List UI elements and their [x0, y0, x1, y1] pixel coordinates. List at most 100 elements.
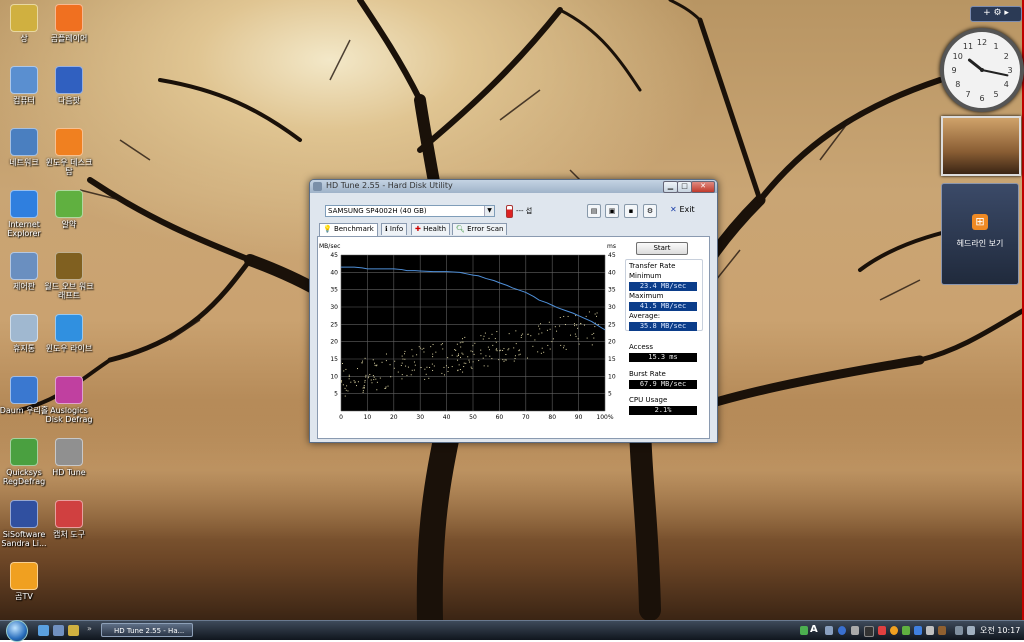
access-time-point [375, 365, 377, 367]
desktop-icon-right-0[interactable]: 곰플레이어 [43, 4, 95, 43]
access-time-point [464, 336, 466, 338]
access-time-point [492, 344, 494, 346]
chart-y-tick-left: 15 [330, 356, 338, 363]
desktop-icon-right-6[interactable]: Auslogics Disk Defrag [43, 376, 95, 424]
options-icon[interactable]: ⚙ [643, 204, 657, 218]
minimize-button[interactable]: ▁ [663, 181, 678, 193]
access-time-point [560, 344, 562, 346]
access-time-point [462, 371, 464, 373]
access-time-point [565, 348, 567, 350]
copy-screenshot-icon[interactable]: ▣ [605, 204, 619, 218]
feed-headlines-gadget[interactable]: ⊞ 헤드라인 보기 [941, 183, 1019, 285]
start-button[interactable]: Start [636, 242, 688, 255]
clock-face-icon: 1234567891011 12 [951, 38, 1012, 103]
access-time-point [424, 368, 426, 370]
tray-gom-icon[interactable] [890, 626, 898, 635]
desktop-icon-right-2[interactable]: 윈도우 데스크탑 [43, 128, 95, 176]
desktop-icon-right-3[interactable]: 알약 [43, 190, 95, 229]
show-desktop-icon[interactable] [38, 625, 49, 636]
tab-error-scan-label: Error Scan [467, 225, 504, 233]
access-time-point [591, 344, 593, 346]
access-time-point [520, 334, 522, 336]
switch-windows-icon[interactable] [53, 625, 64, 636]
clock-gadget[interactable]: 1 2 3 4 5 6 7 8 9 10 11 12 [940, 28, 1024, 112]
access-time-point [381, 361, 383, 363]
desktop-icon-right-5[interactable]: 윈도우 라이브 [43, 314, 95, 353]
tray-network-icon[interactable] [955, 626, 963, 635]
desktop-icon-right-8[interactable]: 캡처 도구 [43, 500, 95, 539]
access-time-point [457, 359, 459, 361]
chevron-down-icon[interactable]: ▼ [484, 206, 494, 216]
access-time-point [456, 343, 458, 345]
access-time-point [362, 387, 364, 389]
access-time-point [346, 385, 348, 387]
save-icon[interactable]: ▪ [624, 204, 638, 218]
access-time-point [462, 341, 464, 343]
tray-misc-icon[interactable] [938, 626, 946, 635]
drive-select[interactable]: SAMSUNG SP4002H (40 GB) ▼ [325, 205, 495, 217]
desktop-icon-right-4[interactable]: 월드 오브 워크래프트 [43, 252, 95, 300]
tab-benchmark[interactable]: 💡 Benchmark [319, 223, 378, 236]
quicklaunch-app-icon[interactable] [68, 625, 79, 636]
chart-x-tick: 70 [522, 414, 530, 421]
access-time-point [459, 369, 461, 371]
hdtune-window[interactable]: HD Tune 2.55 - Hard Disk Utility ▁ □ ✕ S… [309, 179, 718, 443]
desktop-icon-image-icon [55, 190, 83, 218]
access-time-point [343, 370, 345, 372]
maximize-button[interactable]: □ [677, 181, 692, 193]
desktop-icon-image-icon [10, 500, 38, 528]
access-time-point [504, 359, 506, 361]
tray-update-icon[interactable] [914, 626, 922, 635]
tray-volume-icon[interactable] [967, 626, 975, 635]
tray-app-icon[interactable] [864, 626, 874, 637]
access-time-point [540, 323, 542, 325]
access-time-point [498, 359, 500, 361]
access-time-point [441, 343, 443, 345]
access-time-point [596, 315, 598, 317]
tray-alyac-icon[interactable] [902, 626, 910, 635]
tray-keyboard-icon[interactable] [851, 626, 859, 635]
copy-info-icon[interactable]: ▤ [587, 204, 601, 218]
chart-y-tick-right: 15 [608, 356, 616, 363]
tray-ime-icon[interactable] [825, 626, 833, 635]
quicklaunch-overflow-icon[interactable]: » [87, 624, 92, 633]
language-indicator[interactable]: A [810, 624, 818, 635]
access-time-point [443, 366, 445, 368]
slideshow-gadget[interactable] [941, 116, 1021, 176]
taskbar-hdtune-button[interactable]: HD Tune 2.55 - Ha... [101, 623, 193, 637]
access-time-point [440, 344, 442, 346]
access-time-point [348, 374, 350, 376]
desktop-icon-label: 윈도우 라이브 [45, 344, 93, 353]
desktop-icon-image-icon [10, 376, 38, 404]
access-time-point [465, 362, 467, 364]
access-time-point [341, 381, 343, 383]
access-time-point [418, 346, 420, 348]
transfer-rate-label: Transfer Rate [629, 262, 676, 270]
tray-antivirus-icon[interactable] [878, 626, 886, 635]
access-time-point [539, 328, 541, 330]
exit-button[interactable]: ✕ Exit [670, 205, 695, 214]
access-time-point [443, 374, 445, 376]
sidebar-controls[interactable]: + ⚙ ▸ [970, 6, 1022, 22]
tab-error-scan[interactable]: 🔍︎ Error Scan [452, 223, 508, 235]
clock-numeral: 10 [953, 52, 963, 61]
desktop-icon-right-1[interactable]: 다음팟 [43, 66, 95, 105]
tray-shield-icon[interactable] [800, 626, 808, 635]
tray-device-icon[interactable] [926, 626, 934, 635]
access-time-point [421, 348, 423, 350]
access-time-point [495, 349, 497, 351]
desktop-icon-image-icon [10, 128, 38, 156]
desktop-icon-right-7[interactable]: HD Tune [43, 438, 95, 477]
tab-info[interactable]: ℹ Info [381, 223, 408, 235]
tab-health[interactable]: ✚ Health [411, 223, 451, 235]
access-time-point [470, 366, 472, 368]
tray-help-icon[interactable] [838, 626, 846, 635]
taskbar-clock[interactable]: 오전 10:17 [980, 625, 1020, 636]
desktop-icon-left-9[interactable]: 곰TV [0, 562, 50, 601]
window-titlebar[interactable]: HD Tune 2.55 - Hard Disk Utility ▁ □ ✕ [310, 180, 717, 193]
close-button[interactable]: ✕ [691, 181, 715, 193]
access-time-point [376, 381, 378, 383]
access-time-point [551, 341, 553, 343]
access-time-point [341, 380, 343, 382]
access-time-point [451, 366, 453, 368]
